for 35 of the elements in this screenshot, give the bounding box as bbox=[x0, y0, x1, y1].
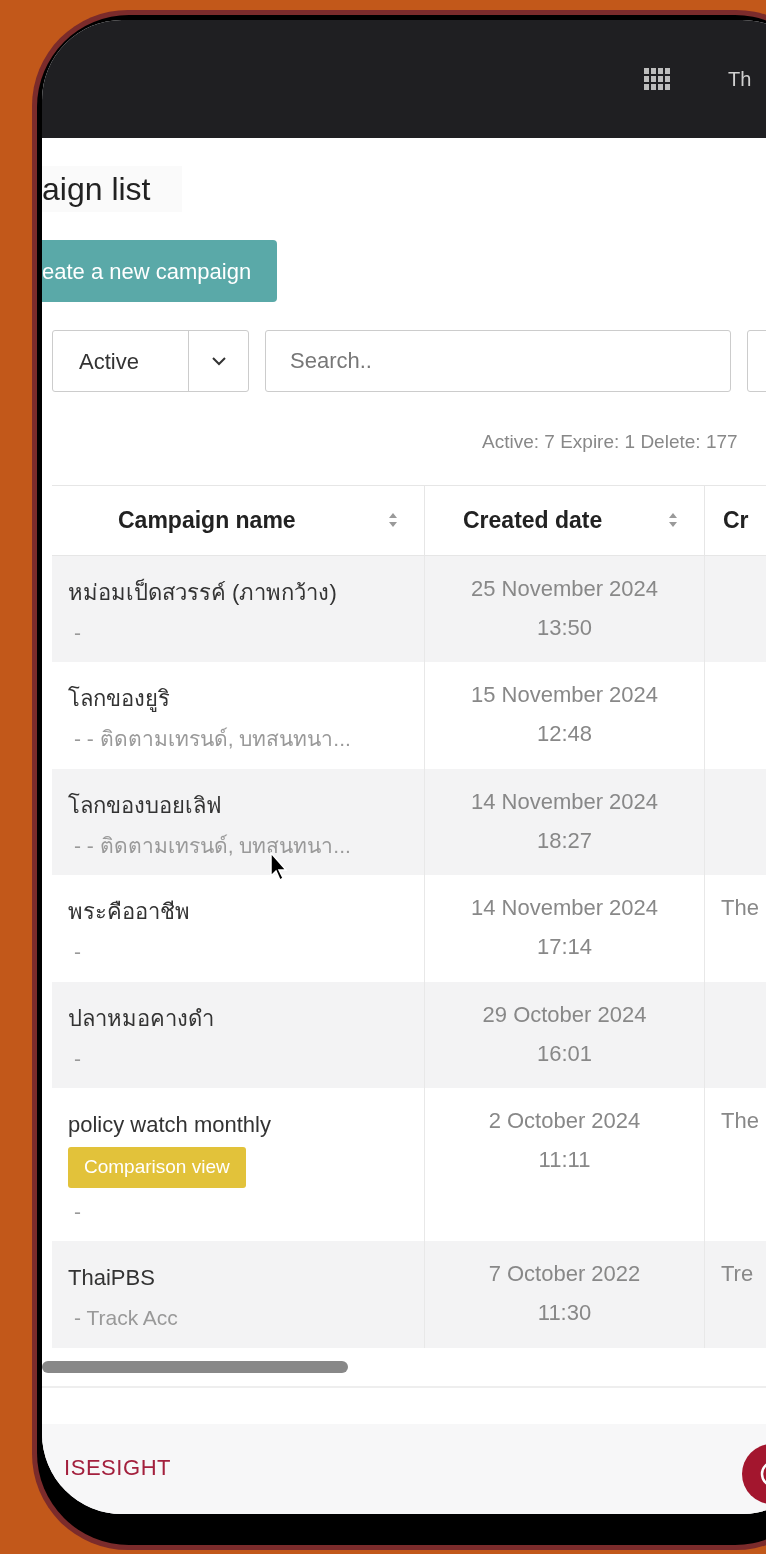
column-header[interactable]: Cr bbox=[705, 485, 766, 555]
sort-icon bbox=[668, 512, 678, 528]
campaign-summary: Active: 7 Expire: 1 Delete: 177 bbox=[482, 430, 739, 454]
campaign-detail: - Track Acc bbox=[73, 1305, 179, 1331]
status-dropdown[interactable]: Active bbox=[52, 330, 249, 392]
page-title: aign list bbox=[42, 170, 151, 209]
table-cell: The bbox=[721, 1108, 759, 1133]
campaign-name[interactable]: ปลาหมอคางดำ bbox=[68, 1001, 414, 1035]
scrollbar[interactable] bbox=[42, 1360, 348, 1373]
brand-logo: ISESIGHT bbox=[64, 1454, 172, 1482]
campaign-detail: - bbox=[73, 1198, 82, 1225]
table-cell: 7 October 2022 11:30 bbox=[425, 1241, 705, 1348]
campaign-name[interactable]: ThaiPBS bbox=[68, 1261, 414, 1294]
search-field[interactable]: Search.. bbox=[265, 330, 731, 392]
column-header[interactable]: Campaign name bbox=[52, 485, 425, 555]
campaign-detail: - bbox=[73, 619, 82, 646]
tag-label: Comparison view bbox=[68, 1147, 246, 1188]
apps-grid-icon[interactable] bbox=[644, 68, 670, 90]
user-name[interactable]: Th bbox=[728, 64, 756, 94]
campaign-name[interactable]: หม่อมเป็ดสวรรค์ (ภาพกว้าง) bbox=[68, 575, 414, 609]
campaign-name[interactable]: โลกของบอยเลิฟ bbox=[68, 788, 414, 822]
table-cell: The bbox=[721, 895, 759, 920]
campaign-name[interactable]: policy watch monthly bbox=[68, 1108, 414, 1141]
campaign-detail: - - ติดตามเทรนด์, บทสนทนา... bbox=[73, 726, 352, 752]
campaign-name[interactable]: พระคืออาชีพ bbox=[68, 895, 414, 928]
campaign-detail: - bbox=[73, 939, 82, 965]
table-cell: Tre bbox=[721, 1261, 754, 1286]
column-header[interactable]: Created date bbox=[425, 485, 705, 555]
table-cell: 14 November 2024 17:14 bbox=[425, 875, 705, 982]
sort-icon bbox=[388, 512, 398, 528]
campaign-detail: - bbox=[73, 1045, 82, 1072]
campaign-detail: - - ติดตามเทรนด์, บทสนทนา... bbox=[73, 832, 352, 859]
campaign-name[interactable]: โลกของยูริ bbox=[68, 682, 414, 715]
table-cell: 15 November 2024 12:48 bbox=[425, 662, 705, 769]
chevron-down-icon bbox=[211, 356, 226, 366]
